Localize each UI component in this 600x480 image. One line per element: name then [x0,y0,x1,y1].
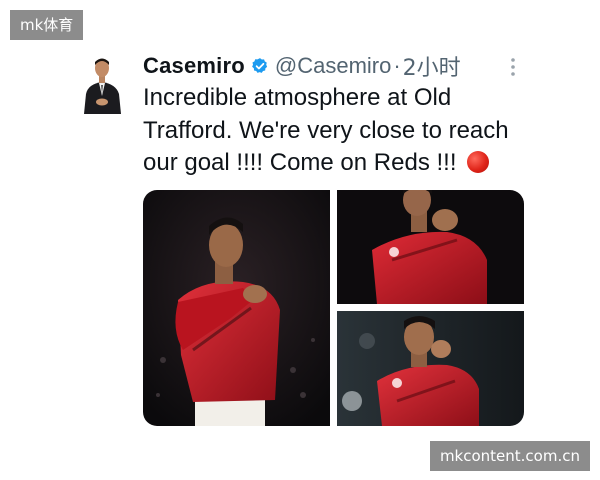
author-handle[interactable]: @Casemiro [275,53,391,79]
author-name[interactable]: Casemiro [143,53,245,79]
tweet-text: Incredible atmosphere at Old Trafford. W… [143,82,523,180]
avatar[interactable] [80,56,125,114]
tweet-photo-1[interactable] [143,190,330,426]
separator-dot: · [393,53,401,78]
watermark-bottom: mkcontent.com.cn [429,441,590,471]
tweet-text-line: Incredible atmosphere at Old [143,84,452,111]
verified-badge-icon [252,58,267,73]
red-circle-icon [467,151,490,173]
tweet-text-line: our goal !!!! Come on Reds !!! [143,147,523,180]
tweet-timestamp[interactable]: 2小时 [403,50,461,82]
tweet-header: Casemiro @Casemiro · 2小时 [143,50,461,82]
tweet-text-line-content: our goal !!!! Come on Reds !!! [143,149,457,176]
tweet-photo-2[interactable] [337,190,524,304]
tweet-text-line: Trafford. We're very close to reach [143,116,509,144]
tweet-photo-3[interactable] [337,311,524,426]
watermark-top: mk体育 [10,10,84,40]
more-vertical-icon[interactable] [508,56,518,78]
